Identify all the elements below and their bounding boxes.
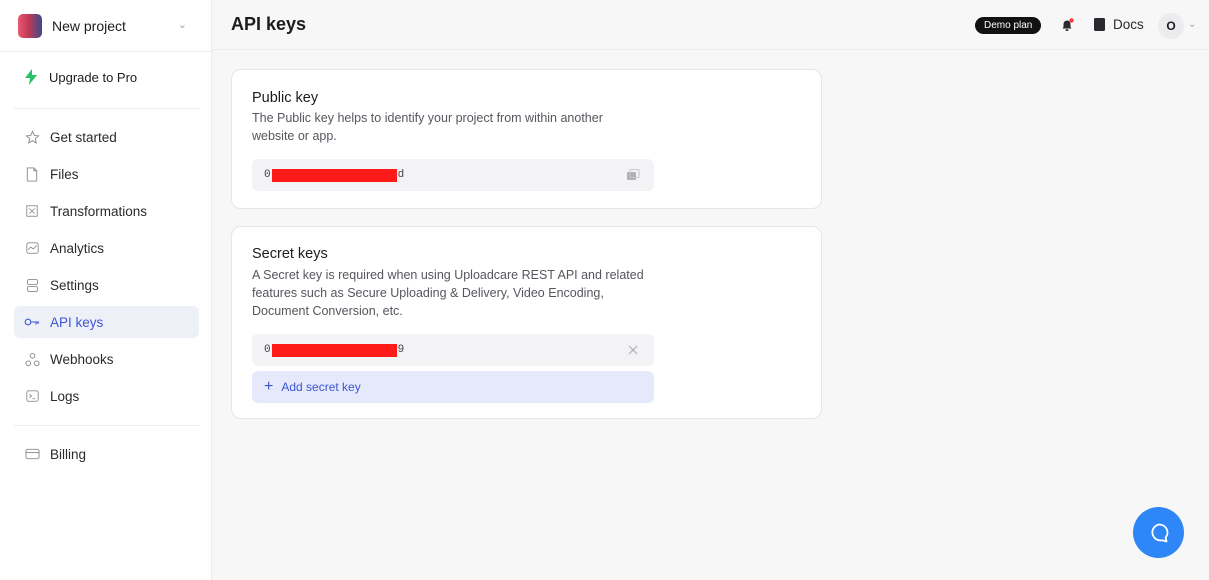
chart-icon [23,239,41,257]
secret-keys-description-line-2: features such as Secure Uploading & Deli… [252,286,604,300]
sidebar-item-label: API keys [50,314,104,330]
sidebar-item-label: Webhooks [50,351,114,367]
secret-keys-card: Secret keys A Secret key is required whe… [231,226,822,419]
sidebar-item-label: Billing [50,446,87,462]
sidebar-item-label: Files [50,166,79,182]
sidebar-item-logs[interactable]: Logs [14,380,199,412]
secret-key-field[interactable]: 0 9 [252,334,654,366]
chat-support-button[interactable] [1133,507,1184,558]
lightning-icon [24,69,40,85]
project-logo [18,13,42,38]
add-secret-key-button[interactable]: + Add secret key [252,371,654,403]
divider [14,425,200,426]
docs-link[interactable]: Docs [1094,17,1144,32]
crop-icon [23,202,41,220]
sidebar-item-webhooks[interactable]: Webhooks [14,343,199,375]
plan-badge[interactable]: Demo plan [975,17,1042,34]
public-key-title: Public key [252,90,319,106]
book-icon [1094,18,1106,31]
terminal-icon [23,387,41,405]
sidebar: New project ⌄ Upgrade to Pro Get started… [0,0,212,580]
sidebar-item-analytics[interactable]: Analytics [14,232,199,264]
public-key-field[interactable]: 0 d [252,159,654,191]
webhook-icon [23,350,41,368]
sidebar-item-label: Analytics [50,240,105,256]
sidebar-item-files[interactable]: Files [14,158,199,190]
upgrade-label: Upgrade to Pro [49,69,138,85]
redaction-bar [271,343,397,357]
star-icon [23,128,41,146]
redaction-bar [271,168,397,182]
secret-key-prefix: 0 [264,344,271,356]
secret-keys-description-line-1: A Secret key is required when using Uplo… [252,268,644,282]
sidebar-item-get-started[interactable]: Get started [14,121,199,153]
secret-keys-title: Secret keys [252,246,328,262]
sidebar-item-api-keys[interactable]: API keys [14,306,199,338]
chevron-down-icon[interactable]: ⌄ [1188,19,1196,30]
public-key-description-line-1: The Public key helps to identify your pr… [252,111,603,125]
copy-icon[interactable] [626,168,640,182]
file-icon [23,165,41,183]
sidebar-item-label: Settings [50,277,99,293]
settings-icon [23,276,41,294]
sidebar-item-label: Logs [50,388,80,404]
public-key-suffix: d [397,169,405,181]
avatar[interactable]: O [1158,13,1184,39]
chevron-down-icon: ⌄ [177,19,187,31]
secret-keys-description-line-3: Document Conversion, etc. [252,304,403,318]
sidebar-item-label: Transformations [50,203,148,219]
divider [14,108,200,109]
page-title: API keys [231,14,307,34]
upgrade-to-pro-link[interactable]: Upgrade to Pro [24,69,137,85]
bell-icon[interactable] [1059,17,1075,33]
top-header: API keys Demo plan Docs O ⌄ [212,0,1209,50]
credit-card-icon [23,445,41,463]
public-key-card: Public key The Public key helps to ident… [231,69,822,209]
project-name: New project [52,17,126,34]
docs-label: Docs [1113,17,1144,32]
close-icon[interactable] [626,343,640,357]
key-icon [23,313,41,331]
chat-icon [1150,523,1168,542]
project-switcher[interactable]: New project ⌄ [0,0,211,52]
sidebar-item-settings[interactable]: Settings [14,269,199,301]
public-key-description-line-2: website or app. [252,129,337,143]
sidebar-item-billing[interactable]: Billing [14,438,199,470]
sidebar-item-label: Get started [50,129,117,145]
public-key-prefix: 0 [264,169,271,181]
sidebar-item-transformations[interactable]: Transformations [14,195,199,227]
add-secret-key-label: Add secret key [281,380,361,394]
plus-icon: + [264,378,274,395]
secret-key-suffix: 9 [397,344,405,356]
